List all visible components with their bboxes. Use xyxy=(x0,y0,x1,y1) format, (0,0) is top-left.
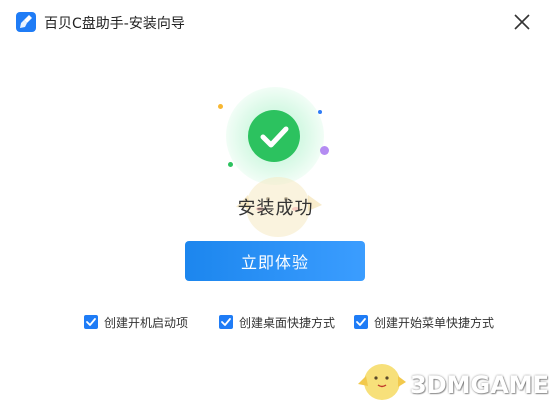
close-icon[interactable] xyxy=(509,9,535,35)
try-now-button[interactable]: 立即体验 xyxy=(185,241,365,281)
checkbox-checked-icon[interactable] xyxy=(219,315,233,329)
option-desktop-shortcut[interactable]: 创建桌面快捷方式 xyxy=(219,313,335,331)
decor-dot xyxy=(228,162,233,167)
decor-dot xyxy=(318,110,322,114)
decor-dot xyxy=(218,104,223,109)
window-title: 百贝C盘助手-安装向导 xyxy=(44,16,185,32)
site-watermark: 3DMGAME xyxy=(410,371,550,399)
mascot-watermark xyxy=(236,177,322,237)
mascot-logo-icon xyxy=(358,364,406,400)
broom-icon xyxy=(16,12,36,32)
decor-dot xyxy=(320,146,329,155)
check-circle-icon xyxy=(248,110,300,162)
checkbox-checked-icon[interactable] xyxy=(84,315,98,329)
option-label: 创建开机启动项 xyxy=(104,315,189,330)
option-start-menu-shortcut[interactable]: 创建开始菜单快捷方式 xyxy=(354,313,494,331)
option-startup[interactable]: 创建开机启动项 xyxy=(84,313,188,331)
success-message: 安装成功 xyxy=(237,198,314,219)
option-label: 创建开始菜单快捷方式 xyxy=(374,315,495,330)
title-bar: 百贝C盘助手-安装向导 xyxy=(0,0,551,44)
success-illustration: 安装成功 xyxy=(0,0,551,407)
success-glow xyxy=(226,87,324,185)
checkbox-checked-icon[interactable] xyxy=(354,315,368,329)
option-label: 创建桌面快捷方式 xyxy=(239,315,336,330)
